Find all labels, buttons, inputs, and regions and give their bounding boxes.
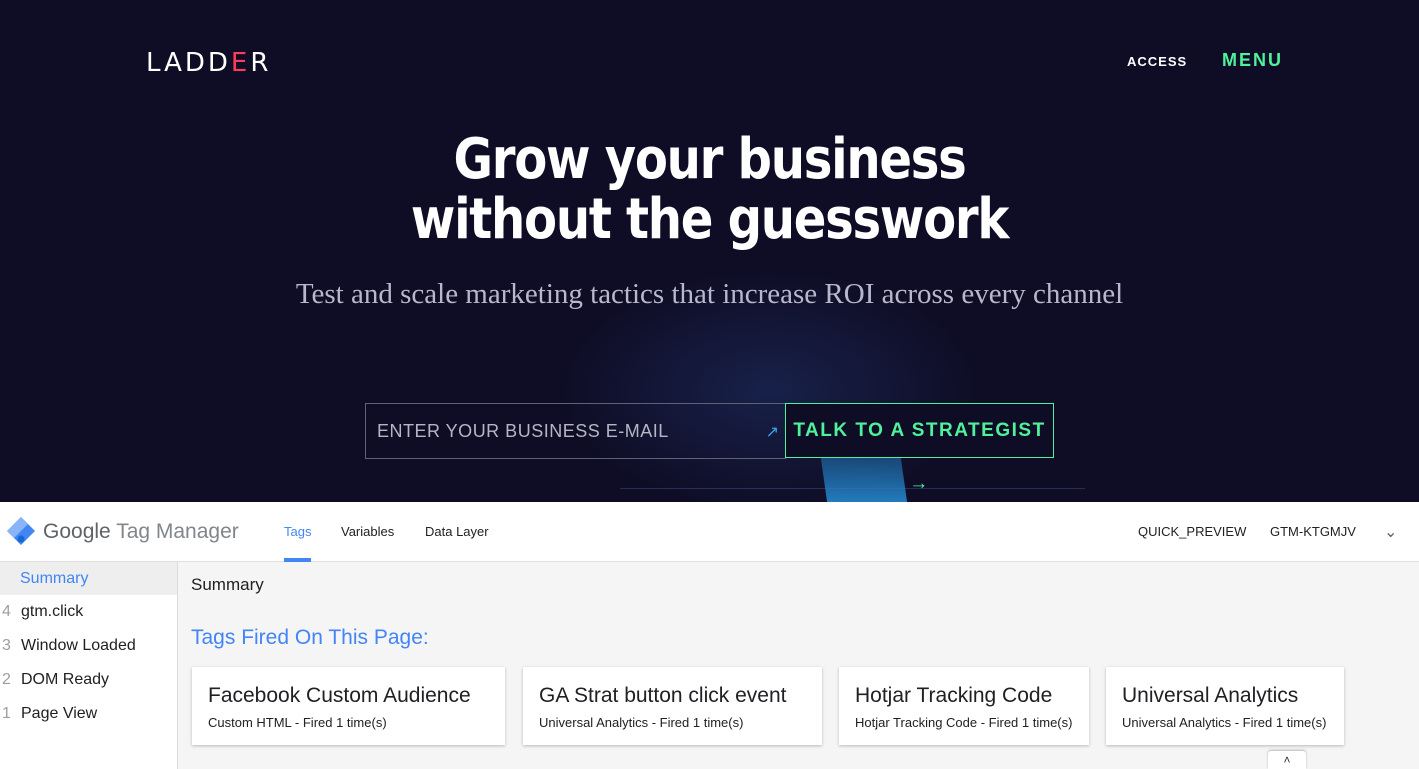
event-label: DOM Ready [21, 671, 110, 688]
event-label: Page View [21, 705, 98, 722]
nav-menu-button[interactable]: MENU [1222, 50, 1283, 71]
sidebar-item-summary[interactable]: Summary [0, 562, 177, 595]
tag-card-title: Hotjar Tracking Code [855, 684, 1053, 707]
tag-card-universal-analytics[interactable]: Universal Analytics Universal Analytics … [1106, 667, 1344, 745]
event-number: 3 [2, 637, 11, 654]
talk-to-strategist-button[interactable]: TALK TO A STRATEGIST → [785, 403, 1054, 494]
hero-horizon-line [620, 488, 1085, 489]
event-sidebar: Summary 4 gtm.click 3 Window Loaded 2 DO… [0, 562, 178, 769]
event-number: 4 [2, 603, 11, 620]
tag-card-subtitle: Universal Analytics - Fired 1 time(s) [539, 715, 744, 730]
brand-google: Google [43, 520, 111, 543]
tag-card-title: Facebook Custom Audience [208, 684, 471, 707]
tag-card-title: GA Strat button click event [539, 684, 787, 707]
tag-card-subtitle: Hotjar Tracking Code - Fired 1 time(s) [855, 715, 1073, 730]
sidebar-item-window-loaded[interactable]: 3 Window Loaded [0, 629, 177, 663]
autofill-arrow-icon: ↗ [765, 424, 779, 441]
tag-card-facebook-custom-audience[interactable]: Facebook Custom Audience Custom HTML - F… [192, 667, 505, 745]
tags-fired-heading: Tags Fired On This Page: [191, 626, 429, 649]
event-label: Window Loaded [21, 637, 136, 654]
summary-panel: Summary Tags Fired On This Page: Faceboo… [178, 562, 1419, 769]
brand-product: Tag Manager [116, 520, 239, 543]
gtm-preview-header: Google Tag Manager Tags Variables Data L… [0, 502, 1419, 562]
tab-data-layer[interactable]: Data Layer [425, 524, 489, 539]
business-email-input[interactable] [366, 404, 785, 458]
gtm-diamond-icon [7, 517, 35, 545]
sidebar-item-page-view[interactable]: 1 Page View [0, 697, 177, 731]
hero-section: LADDER ACCESS MENU Grow your business wi… [0, 0, 1419, 502]
tab-variables[interactable]: Variables [341, 524, 394, 539]
gtm-brand-title: Google Tag Manager [43, 520, 239, 544]
tag-card-subtitle: Custom HTML - Fired 1 time(s) [208, 715, 387, 730]
tag-card-ga-strat-button[interactable]: GA Strat button click event Universal An… [523, 667, 822, 745]
sidebar-item-dom-ready[interactable]: 2 DOM Ready [0, 663, 177, 697]
logo-text-prefix: LADD [146, 48, 231, 78]
headline-line-2: without the guesswork [410, 187, 1010, 252]
headline-line-1: Grow your business [453, 127, 967, 192]
container-id: GTM-KTGMJV [1270, 524, 1356, 539]
hero-headline: Grow your business without the guesswork [99, 130, 1319, 250]
logo-text-mark: E [230, 48, 251, 78]
panel-title: Summary [191, 575, 264, 594]
sidebar-summary-label: Summary [20, 570, 89, 587]
event-number: 2 [2, 671, 11, 688]
tab-tags[interactable]: Tags [284, 524, 311, 539]
nav-access-link[interactable]: ACCESS [1127, 54, 1187, 69]
tag-card-subtitle: Universal Analytics - Fired 1 time(s) [1122, 715, 1327, 730]
email-field-wrapper: ↗ [365, 403, 786, 459]
sidebar-item-gtm-click[interactable]: 4 gtm.click [0, 595, 177, 629]
event-label: gtm.click [21, 603, 84, 620]
event-number: 1 [2, 705, 11, 722]
ladder-logo[interactable]: LADDER [146, 48, 271, 78]
tag-card-title: Universal Analytics [1122, 684, 1299, 707]
scroll-up-button[interactable]: ˄ [1268, 751, 1306, 769]
logo-text-suffix: R [250, 48, 272, 78]
tag-card-hotjar-tracking[interactable]: Hotjar Tracking Code Hotjar Tracking Cod… [839, 667, 1089, 745]
hero-subheadline: Test and scale marketing tactics that in… [295, 278, 1124, 310]
chevron-down-icon[interactable]: ⌄ [1384, 522, 1397, 542]
preview-name: QUICK_PREVIEW [1138, 524, 1247, 539]
